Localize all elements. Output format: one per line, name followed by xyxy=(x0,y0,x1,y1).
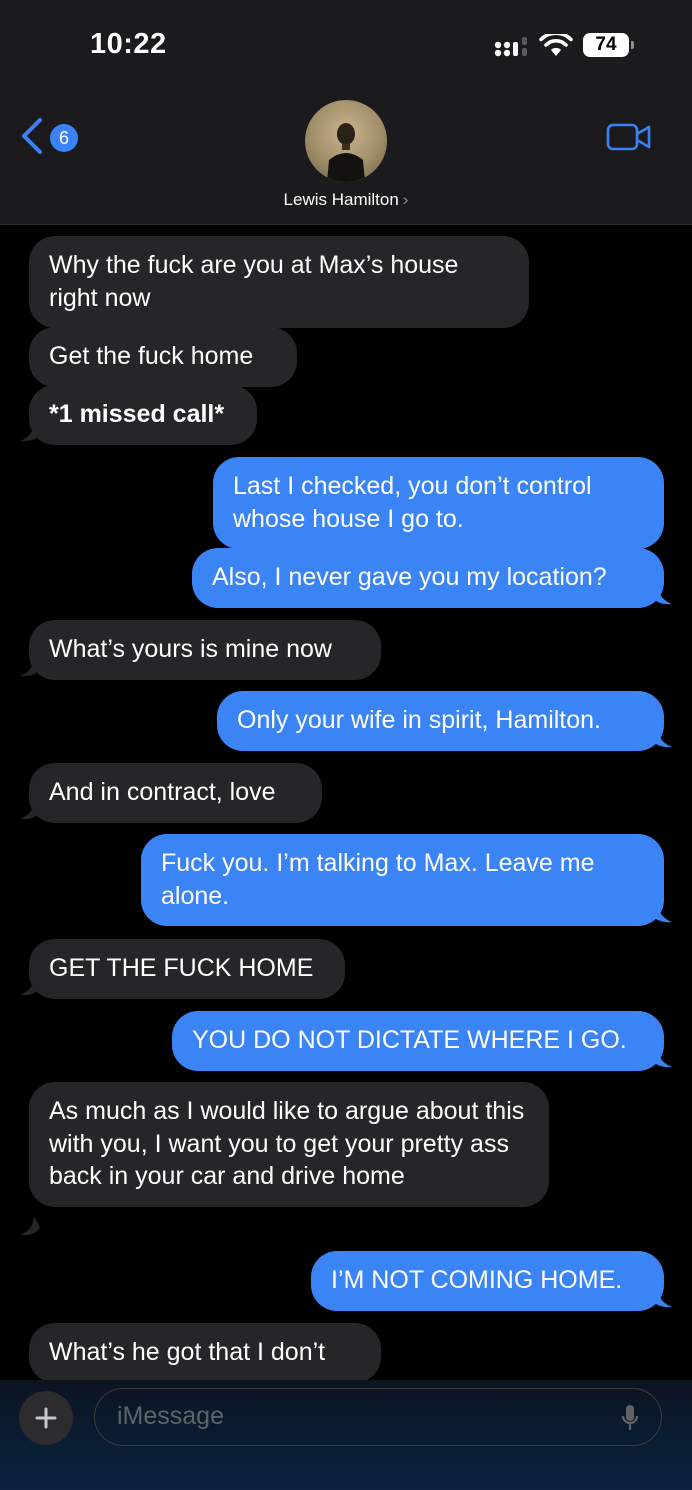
message-bubble-sent[interactable]: I’M NOT COMING HOME. xyxy=(311,1251,664,1311)
message-bubble-received[interactable]: And in contract, love xyxy=(29,763,322,823)
message-text: What’s yours is mine now xyxy=(49,635,332,663)
message-bubble-sent[interactable]: Last I checked, you don’t control whose … xyxy=(213,457,664,549)
message-text: Fuck you. I’m talking to Max. Leave me a… xyxy=(161,849,595,910)
bubble-tail xyxy=(20,800,40,820)
video-call-icon[interactable] xyxy=(606,122,652,157)
plus-icon[interactable] xyxy=(19,1391,73,1445)
back-button[interactable]: 6 xyxy=(20,117,78,160)
bubble-tail xyxy=(20,422,40,442)
bubble-tail xyxy=(652,903,672,923)
chevron-right-icon: › xyxy=(402,190,409,209)
message-thread[interactable]: Why the fuck are you at Max’s house righ… xyxy=(0,226,692,1380)
message-text: What’s he got that I don’t xyxy=(49,1338,326,1366)
bubble-tail xyxy=(652,1048,672,1068)
message-text: And in contract, love xyxy=(49,778,276,806)
message-text: *1 missed call* xyxy=(49,400,225,428)
message-text: Get the fuck home xyxy=(49,342,254,370)
contact-name-label: Lewis Hamilton xyxy=(283,190,399,209)
message-text: Only your wife in spirit, Hamilton. xyxy=(237,706,602,734)
conversation-header: 6 Lewis Hamilton › xyxy=(0,90,692,225)
bubble-tail xyxy=(652,1288,672,1308)
unread-count-badge: 6 xyxy=(50,124,78,152)
message-bubble-received[interactable]: *1 missed call* xyxy=(29,385,257,445)
message-text: Last I checked, you don’t control whose … xyxy=(233,472,592,533)
message-input[interactable]: iMessage xyxy=(94,1388,662,1446)
message-bubble-sent[interactable]: Fuck you. I’m talking to Max. Leave me a… xyxy=(141,834,664,926)
message-text: Why the fuck are you at Max’s house righ… xyxy=(49,251,459,312)
message-composer: iMessage xyxy=(0,1380,692,1490)
message-text: YOU DO NOT DICTATE WHERE I GO. xyxy=(192,1026,627,1054)
message-bubble-received[interactable]: What’s yours is mine now xyxy=(29,620,381,680)
contact-avatar[interactable] xyxy=(305,100,387,182)
bubble-tail xyxy=(652,585,672,605)
bubble-tail xyxy=(20,1216,40,1236)
bubble-tail xyxy=(20,657,40,677)
message-bubble-received[interactable]: Get the fuck home xyxy=(29,327,297,387)
input-placeholder: iMessage xyxy=(117,1402,224,1430)
message-bubble-received[interactable]: GET THE FUCK HOME xyxy=(29,939,345,999)
status-bar: 10:22 74 xyxy=(0,0,692,90)
message-text: GET THE FUCK HOME xyxy=(49,954,314,982)
message-text: As much as I would like to argue about t… xyxy=(49,1097,525,1190)
message-bubble-sent[interactable]: Also, I never gave you my location? xyxy=(192,548,664,608)
message-bubble-received[interactable]: As much as I would like to argue about t… xyxy=(29,1082,549,1207)
battery-icon: 74 xyxy=(583,33,629,57)
message-bubble-received[interactable]: What’s he got that I don’t xyxy=(29,1323,381,1380)
message-text: Also, I never gave you my location? xyxy=(212,563,607,591)
message-bubble-sent[interactable]: YOU DO NOT DICTATE WHERE I GO. xyxy=(172,1011,664,1071)
bubble-tail xyxy=(20,976,40,996)
battery-tip xyxy=(631,41,634,49)
message-bubble-received[interactable]: Why the fuck are you at Max’s house righ… xyxy=(29,236,529,328)
message-text: I’M NOT COMING HOME. xyxy=(331,1266,623,1294)
signal-icon xyxy=(494,36,530,63)
contact-name[interactable]: Lewis Hamilton › xyxy=(0,190,692,210)
microphone-icon[interactable] xyxy=(621,1403,639,1438)
bubble-tail xyxy=(652,728,672,748)
status-time: 10:22 xyxy=(90,28,167,60)
wifi-icon xyxy=(539,31,573,63)
back-chevron-icon xyxy=(20,117,44,160)
message-bubble-sent[interactable]: Only your wife in spirit, Hamilton. xyxy=(217,691,664,751)
